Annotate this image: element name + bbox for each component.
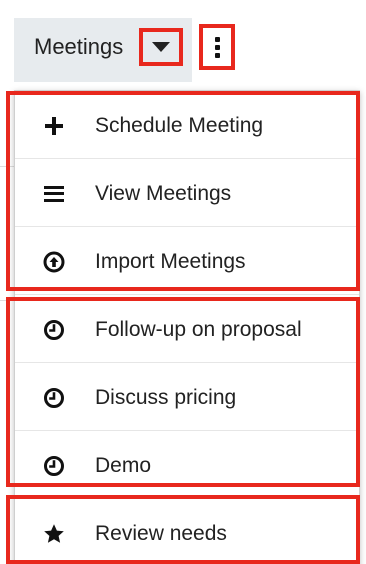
background-divider <box>0 300 14 301</box>
menu-item-schedule-meeting[interactable]: Schedule Meeting <box>15 93 359 159</box>
screenshot-stage: Meetings Schedule Meeting View Meetings <box>0 0 366 564</box>
module-tab-meetings[interactable]: Meetings <box>34 34 123 60</box>
kebab-menu-icon <box>214 36 220 42</box>
module-dropdown-menu: Schedule Meeting View Meetings Import Me… <box>14 90 360 564</box>
background-divider <box>0 166 14 167</box>
menu-item-label: Follow-up on proposal <box>95 317 302 341</box>
menu-item-label: Demo <box>95 453 152 477</box>
kebab-dot <box>214 52 220 58</box>
menu-item-favorite-review-needs[interactable]: Review needs <box>15 501 359 564</box>
kebab-dot <box>214 44 220 50</box>
menu-item-label: Schedule Meeting <box>95 113 264 137</box>
clock-icon <box>41 317 67 343</box>
caret-down-icon <box>152 42 170 52</box>
module-dropdown-toggle[interactable] <box>139 28 183 66</box>
menu-item-label: View Meetings <box>95 181 232 205</box>
menu-item-recent-demo[interactable]: Demo <box>15 433 359 499</box>
clock-icon <box>41 453 67 479</box>
list-icon <box>41 181 67 207</box>
upload-circle-icon <box>41 249 67 275</box>
menu-item-label: Discuss pricing <box>95 385 237 409</box>
menu-item-label: Review needs <box>95 522 227 545</box>
menu-item-label: Import Meetings <box>95 249 246 273</box>
menu-item-recent-discuss-pricing[interactable]: Discuss pricing <box>15 365 359 431</box>
more-actions-button[interactable] <box>199 24 235 70</box>
menu-item-view-meetings[interactable]: View Meetings <box>15 161 359 227</box>
clock-icon <box>41 385 67 411</box>
plus-icon <box>41 113 67 139</box>
menu-item-import-meetings[interactable]: Import Meetings <box>15 229 359 295</box>
star-icon <box>41 521 67 547</box>
menu-item-recent-follow-up-on-proposal[interactable]: Follow-up on proposal <box>15 297 359 363</box>
